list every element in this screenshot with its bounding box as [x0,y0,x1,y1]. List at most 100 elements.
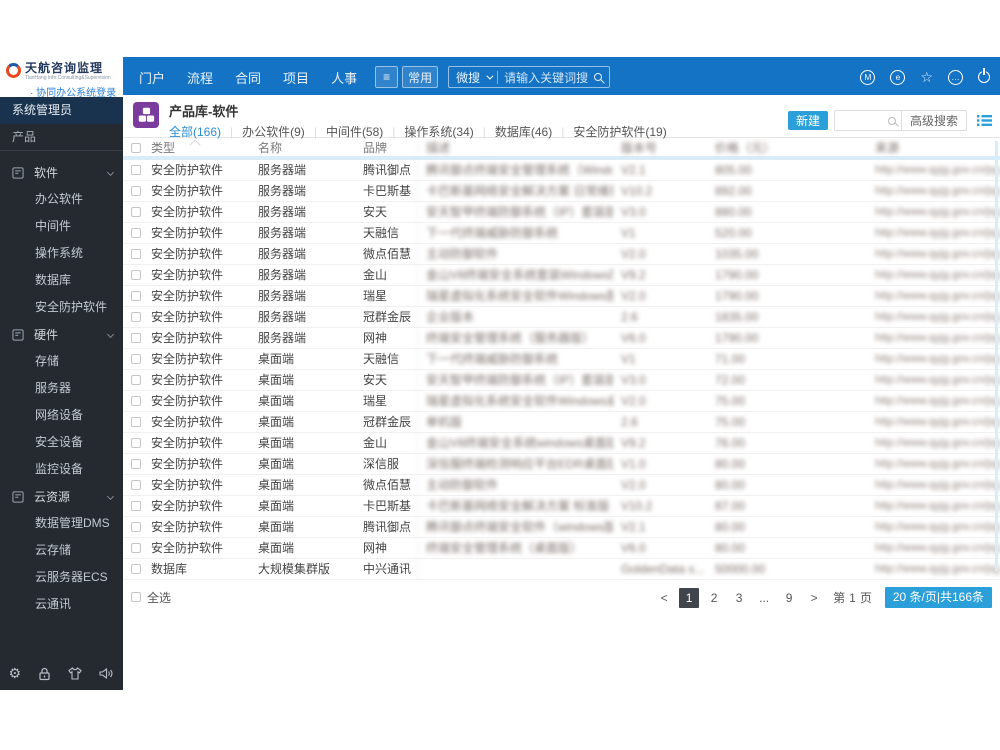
menu-button[interactable]: ≡ [375,66,399,88]
row-checkbox[interactable] [131,458,141,469]
topnav-item[interactable]: 门户 [139,68,165,87]
sidebar-item[interactable]: 云存储 [0,537,123,564]
page-size-summary-badge[interactable]: 20 条/页|共166条 [884,587,992,608]
more-icon[interactable]: … [948,69,963,85]
sidebar-item[interactable]: 数据库 [0,267,123,294]
new-button[interactable]: 新建 [787,111,828,130]
table-row[interactable]: 安全防护软件 桌面端 天融信 下一代终端威胁防御系统 V1 71.00 http://www… [123,349,1000,370]
page-next-button[interactable]: > [804,588,824,608]
search-placeholder[interactable]: 请输入关键词搜 [504,69,588,86]
table-row[interactable]: 安全防护软件 桌面端 网神 终端安全管理系统（桌面版） V6.0 80.00 http://… [123,538,1000,559]
row-checkbox[interactable] [131,521,141,532]
topnav-item[interactable]: 人事 [331,68,357,87]
row-checkbox[interactable] [131,353,141,364]
sidebar-item[interactable]: 中间件 [0,213,123,240]
table-row[interactable]: 安全防护软件 服务器端 金山 金山V8终端安全系统套装Windows服务器版 V9.2 1… [123,265,1000,286]
sidebar-group-header[interactable]: 云资源 [0,483,123,510]
select-all-control[interactable]: 全选 [131,589,171,606]
table-row[interactable]: 安全防护软件 服务器端 卡巴斯基卡巴斯基网络安全解决方案 日常维护授权 V10.2 89… [123,181,1000,202]
table-row[interactable]: 安全防护软件 服务器端 瑞星 瑞星虚拟化系统安全软件Windows服务器版 V2.0 17… [123,286,1000,307]
table-row[interactable]: 安全防护软件 桌面端 瑞星 瑞星虚拟化系统安全软件Windows桌面版 V2.0 75.0… [123,391,1000,412]
sidebar-item[interactable]: 存储 [0,348,123,375]
sidebar-group-header[interactable]: 软件 [0,159,123,186]
sidebar-item[interactable]: 云服务器ECS [0,564,123,591]
select-all-checkbox[interactable] [131,591,141,602]
sidebar-item[interactable]: 办公软件 [0,186,123,213]
table-row[interactable]: 安全防护软件 服务器端 安天 安天智甲终端防御系统（IP）套装版 V3.0 880.00 h… [123,202,1000,223]
table-row[interactable]: 安全防护软件 服务器端 腾讯御点腾讯御点终端安全管理系统（Windows版） V2.1… [123,160,1000,181]
row-checkbox[interactable] [131,416,141,427]
sidebar-item[interactable]: 安全设备 [0,429,123,456]
tab-filter[interactable]: 办公软件(9) [242,123,305,140]
sidebar-item[interactable]: 操作系统 [0,240,123,267]
page-prev-button[interactable]: < [654,588,674,608]
row-checkbox[interactable] [131,248,141,259]
common-apps-button[interactable]: 常用 [402,66,439,88]
row-checkbox[interactable] [131,269,141,280]
m-badge-icon[interactable]: M [860,69,876,85]
row-checkbox[interactable] [131,185,141,196]
sidebar-section-product[interactable]: 产品 [0,124,123,151]
tab-filter[interactable]: 数据库(46) [495,123,552,140]
search-icon[interactable] [887,116,896,125]
global-search-box[interactable]: 微搜 请输入关键词搜 [448,66,611,88]
theme-shirt-icon[interactable] [68,667,83,680]
table-search-input[interactable] [834,111,883,130]
sidebar-item[interactable]: 服务器 [0,375,123,402]
sidebar-item[interactable]: 安全防护软件 [0,294,123,321]
sidebar-role-label[interactable]: 系统管理员 [0,97,123,124]
table-row[interactable]: 安全防护软件 桌面端 深信服 深信服终端检测响应平台EDR桌面版 V1.0 80.00 ht… [123,454,1000,475]
row-checkbox[interactable] [131,500,141,511]
row-checkbox[interactable] [131,374,141,385]
table-row[interactable]: 安全防护软件 桌面端 腾讯御点腾讯御点终端安全软件（windows版）V2.1 V2.… [123,517,1000,538]
table-row[interactable]: 安全防护软件 服务器端 冠群金辰 企业版本 2.6 1835.00 http://www.q… [123,307,1000,328]
sidebar-group-header[interactable]: 硬件 [0,321,123,348]
table-row[interactable]: 安全防护软件 服务器端 微点佰慧 主动防御软件 V2.0 1035.00 http://ww… [123,244,1000,265]
scrollbar[interactable] [995,141,998,571]
search-icon[interactable] [594,73,603,81]
row-checkbox[interactable] [131,563,141,574]
table-row[interactable]: 安全防护软件 桌面端 金山 金山V8终端安全系统windows桌面版 V9.2 76.00… [123,433,1000,454]
message-icon[interactable]: e [890,69,906,85]
settings-gear-icon[interactable]: ⚙ [9,665,22,682]
row-checkbox[interactable] [131,332,141,343]
page-number-button[interactable]: 9 [779,588,799,608]
search-scope-label[interactable]: 微搜 [456,69,480,86]
topnav-item[interactable]: 流程 [187,68,213,87]
table-row[interactable]: 安全防护软件 服务器端 网神 终端安全管理系统（服务器版） V6.0 1790.00 htt… [123,328,1000,349]
row-checkbox[interactable] [131,395,141,406]
tab-filter[interactable]: 操作系统(34) [404,123,473,140]
page-jump-input[interactable]: 1 [849,591,856,605]
favorites-star-icon[interactable]: ☆ [920,70,933,84]
page-number-button[interactable]: 1 [679,587,700,608]
table-row[interactable]: 安全防护软件 桌面端 安天 安天智甲终端防御系统（IP）套装版 V3.0 72.00 htt… [123,370,1000,391]
sidebar-item[interactable]: 网络设备 [0,402,123,429]
page-number-button[interactable]: 3 [729,588,749,608]
header-checkbox[interactable] [131,142,141,153]
lock-icon[interactable] [38,667,51,681]
row-checkbox[interactable] [131,290,141,301]
topnav-item[interactable]: 项目 [283,68,309,87]
row-checkbox[interactable] [131,542,141,553]
sound-speaker-icon[interactable] [99,667,114,680]
row-checkbox[interactable] [131,479,141,490]
topnav-item[interactable]: 合同 [235,68,261,87]
sidebar-item[interactable]: 云通讯 [0,591,123,618]
row-checkbox[interactable] [131,227,141,238]
tab-filter[interactable]: 中间件(58) [326,123,383,140]
table-row[interactable]: 安全防护软件 桌面端 微点佰慧 主动防御软件 V2.0 80.00 http://www.q… [123,475,1000,496]
table-row[interactable]: 安全防护软件 桌面端 冠群金辰 单机版 2.6 75.00 http://www.qyjg.… [123,412,1000,433]
table-row[interactable]: 数据库 大规模集群版 中兴通讯 GoldenData s... 50000.00 http… [123,559,1000,580]
row-checkbox[interactable] [131,164,141,175]
table-row[interactable]: 安全防护软件 服务器端 天融信 下一代终端威胁防御系统 V1 520.00 http://w… [123,223,1000,244]
tab-filter[interactable]: 全部(166) [169,123,221,140]
sidebar-item[interactable]: 监控设备 [0,456,123,483]
row-checkbox[interactable] [131,206,141,217]
power-icon[interactable] [978,71,990,83]
row-checkbox[interactable] [131,311,141,322]
table-row[interactable]: 安全防护软件 桌面端 卡巴斯基卡巴斯基网络安全解决方案 标准版（KL） V10.2 87… [123,496,1000,517]
page-number-button[interactable]: 2 [704,588,724,608]
advanced-search-button[interactable]: 高级搜索 [902,112,966,129]
tab-filter[interactable]: 安全防护软件(19) [573,123,666,140]
row-checkbox[interactable] [131,437,141,448]
